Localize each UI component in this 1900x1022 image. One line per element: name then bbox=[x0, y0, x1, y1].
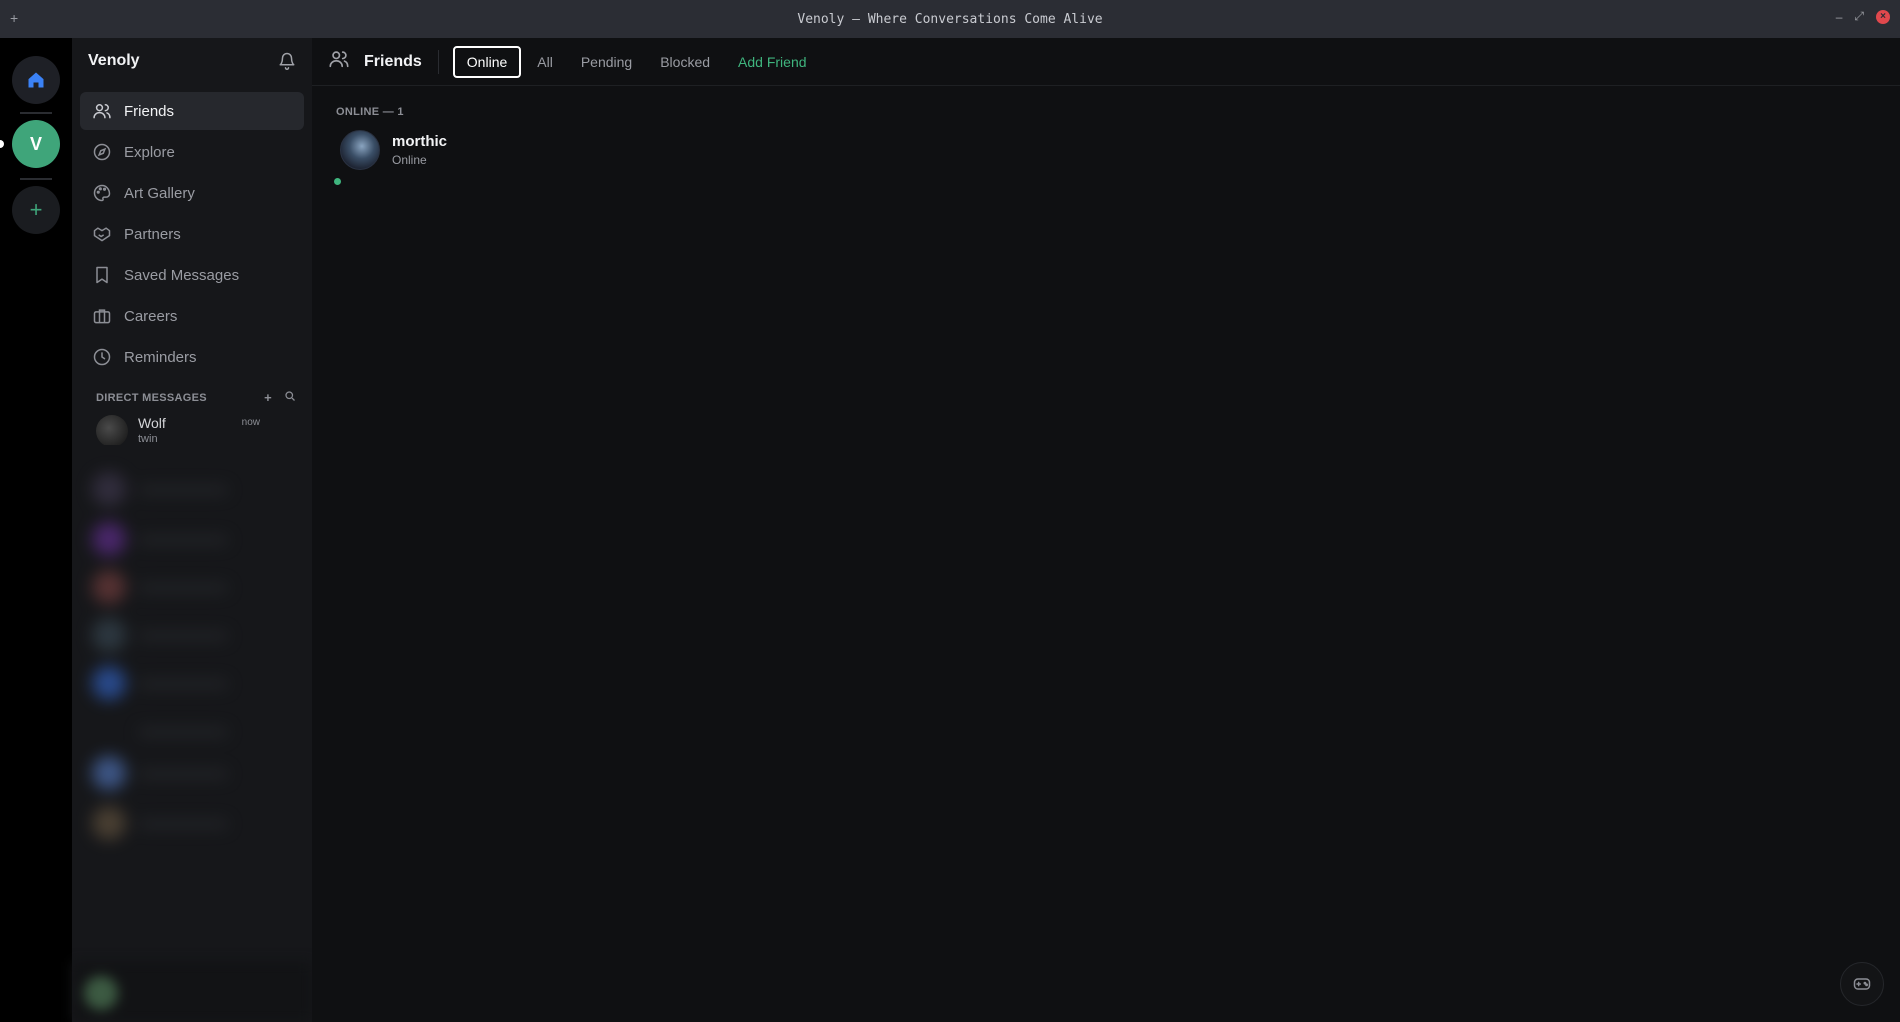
blurred-line bbox=[138, 820, 228, 828]
sidebar-item-saved-messages[interactable]: Saved Messages bbox=[80, 256, 304, 294]
friend-status: Online bbox=[392, 153, 427, 167]
online-status-dot bbox=[334, 178, 341, 185]
dm-subtitle: twin bbox=[138, 433, 158, 445]
server-rail: V + bbox=[0, 38, 72, 1022]
window-controls: – ⤢ × bbox=[1836, 9, 1890, 24]
avatar bbox=[92, 756, 126, 790]
home-icon bbox=[28, 72, 44, 88]
sidebar-item-careers[interactable]: Careers bbox=[80, 297, 304, 335]
tab-blocked[interactable]: Blocked bbox=[648, 48, 722, 76]
friend-list-item[interactable]: morthic Online bbox=[334, 130, 1900, 185]
sidebar-header: Venoly bbox=[72, 38, 312, 84]
blurred-line bbox=[138, 770, 228, 778]
avatar bbox=[92, 472, 126, 506]
add-server-button[interactable]: + bbox=[12, 186, 60, 234]
dm-list-item[interactable]: Wolf twin now bbox=[72, 405, 312, 445]
blurred-line bbox=[138, 536, 228, 544]
friends-icon bbox=[93, 104, 111, 119]
tab-all[interactable]: All bbox=[525, 48, 565, 76]
clock-icon bbox=[93, 348, 111, 366]
avatar bbox=[340, 130, 380, 170]
search-icon[interactable] bbox=[284, 390, 296, 402]
friend-name: morthic bbox=[392, 133, 448, 150]
minimize-icon[interactable]: – bbox=[1836, 10, 1843, 24]
main-content: Friends Online All Pending Blocked Add F… bbox=[312, 38, 1900, 1022]
blurred-line bbox=[138, 680, 228, 688]
blurred-line bbox=[138, 728, 228, 736]
blurred-dm-list bbox=[72, 452, 322, 912]
avatar bbox=[96, 415, 128, 445]
tab-pending[interactable]: Pending bbox=[569, 48, 644, 76]
briefcase-icon bbox=[93, 309, 111, 324]
sidebar-item-label: Explore bbox=[124, 143, 175, 161]
sidebar-item-label: Friends bbox=[124, 102, 175, 120]
blurred-line bbox=[138, 584, 228, 592]
handshake-icon bbox=[93, 227, 111, 242]
sidebar-item-reminders[interactable]: Reminders bbox=[80, 338, 304, 376]
server-active-indicator bbox=[0, 140, 4, 148]
dm-timestamp: now bbox=[241, 417, 260, 428]
maximize-icon[interactable]: ⤢ bbox=[1854, 9, 1864, 24]
gamepad-button[interactable] bbox=[1840, 962, 1884, 1006]
sidebar-item-art-gallery[interactable]: Art Gallery bbox=[80, 174, 304, 212]
sidebar-item-partners[interactable]: Partners bbox=[80, 215, 304, 253]
window-title: Venoly — Where Conversations Come Alive bbox=[797, 11, 1103, 27]
bookmark-icon bbox=[96, 266, 108, 284]
friends-icon bbox=[328, 48, 350, 75]
add-friend-button[interactable]: Add Friend bbox=[726, 48, 818, 76]
gamepad-icon bbox=[1853, 978, 1871, 990]
sidebar-nav: Friends Explore Art Gallery Partners Sav… bbox=[72, 84, 312, 376]
plus-icon[interactable]: + bbox=[10, 10, 18, 26]
direct-messages-label: DIRECT MESSAGES bbox=[96, 391, 207, 404]
sidebar-title: Venoly bbox=[88, 52, 140, 69]
friends-topbar: Friends Online All Pending Blocked Add F… bbox=[312, 38, 1900, 86]
avatar bbox=[92, 570, 126, 604]
sidebar-item-label: Reminders bbox=[124, 348, 197, 366]
user-panel bbox=[72, 962, 312, 1022]
sidebar-item-label: Partners bbox=[124, 225, 181, 243]
home-button[interactable] bbox=[12, 56, 60, 104]
close-icon[interactable]: × bbox=[1876, 9, 1890, 24]
sidebar-item-label: Careers bbox=[124, 307, 178, 325]
sidebar-item-label: Saved Messages bbox=[124, 266, 240, 284]
avatar bbox=[92, 666, 126, 700]
sidebar-item-explore[interactable]: Explore bbox=[80, 133, 304, 171]
blurred-line bbox=[138, 486, 228, 494]
rail-divider bbox=[20, 178, 52, 180]
dm-name: Wolf bbox=[138, 415, 166, 431]
palette-icon bbox=[93, 184, 111, 202]
rail-divider bbox=[20, 112, 52, 114]
sidebar-item-label: Art Gallery bbox=[124, 184, 195, 202]
server-venoly-button[interactable]: V bbox=[12, 120, 60, 168]
avatar bbox=[92, 806, 126, 840]
avatar bbox=[92, 618, 126, 652]
blurred-line bbox=[138, 632, 228, 640]
direct-messages-header: DIRECT MESSAGES + bbox=[72, 390, 312, 405]
bell-icon[interactable] bbox=[278, 52, 296, 70]
sidebar-item-friends[interactable]: Friends bbox=[80, 92, 304, 130]
title-bar: + Venoly — Where Conversations Come Aliv… bbox=[0, 0, 1900, 38]
topbar-divider bbox=[437, 49, 439, 74]
page-title: Friends bbox=[364, 52, 422, 70]
add-dm-icon[interactable]: + bbox=[264, 390, 272, 405]
avatar bbox=[84, 976, 118, 1010]
avatar bbox=[92, 522, 126, 556]
compass-icon bbox=[93, 143, 111, 161]
tab-online[interactable]: Online bbox=[452, 45, 522, 78]
online-count-label: ONLINE — 1 bbox=[336, 106, 404, 118]
